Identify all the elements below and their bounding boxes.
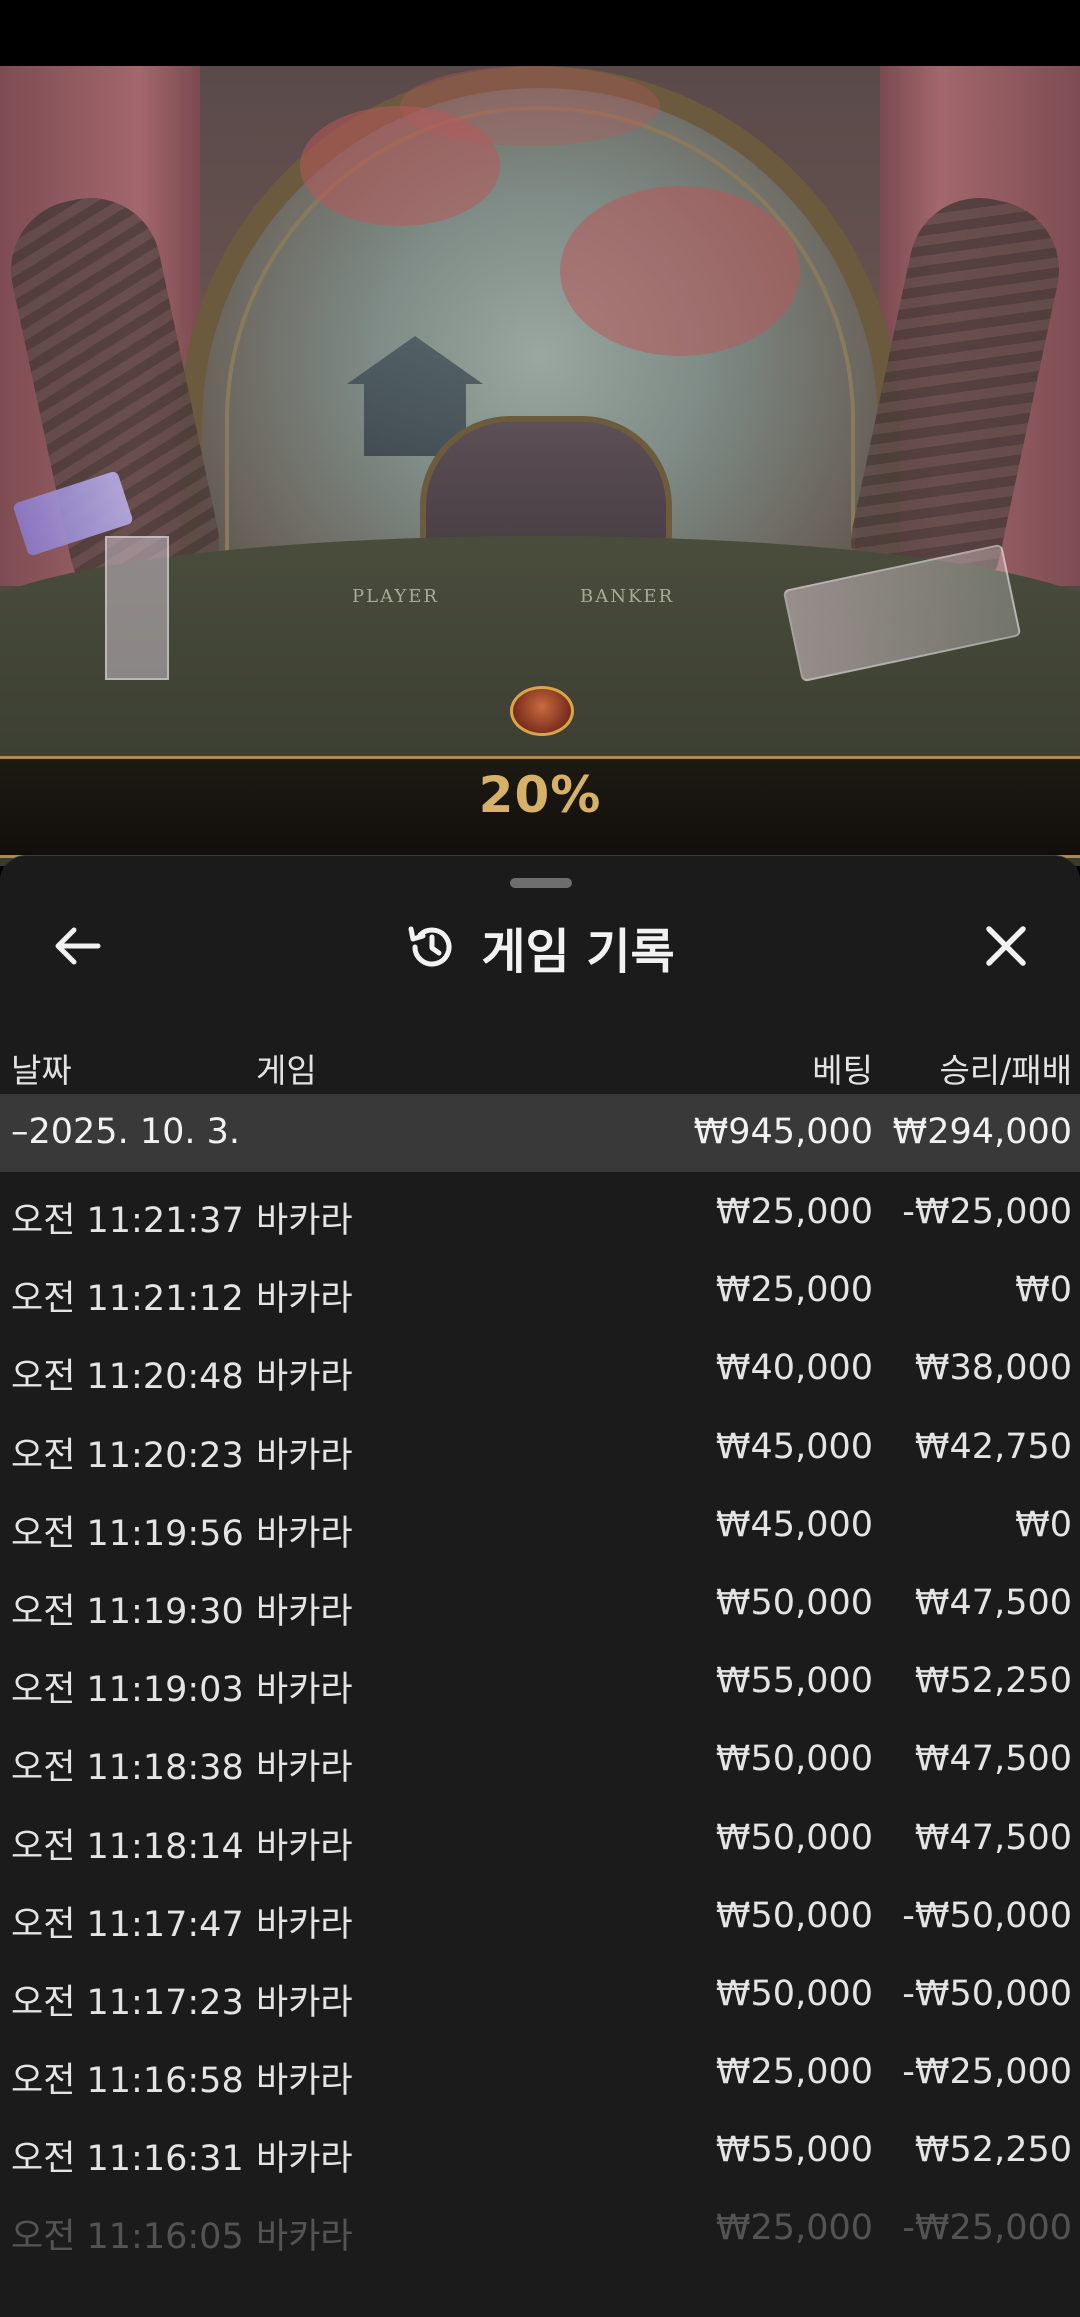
row-time: 오전 11:17:23: [11, 1982, 244, 2023]
history-row[interactable]: 오전 11:16:05 바카라 ₩25,000 -₩25,000: [0, 2192, 1080, 2270]
row-time: 오전 11:19:30: [11, 1591, 244, 1632]
history-list: 오전 11:21:37 바카라 ₩25,000 -₩25,000 오전 11:21:1…: [0, 1176, 1080, 2271]
close-button[interactable]: [976, 916, 1036, 976]
row-result: ₩52,250: [914, 1661, 1072, 1702]
row-bet: ₩25,000: [715, 2208, 873, 2249]
row-result: ₩52,250: [914, 2130, 1072, 2171]
row-time: 오전 11:20:48: [11, 1357, 244, 1398]
row-game: 바카라: [256, 2139, 353, 2180]
group-bet-total: ₩945,000: [693, 1112, 873, 1152]
row-bet: ₩25,000: [715, 1270, 873, 1311]
column-result: 승리/패배: [939, 1051, 1072, 1090]
history-row[interactable]: 오전 11:16:31 바카라 ₩55,000 ₩52,250: [0, 2114, 1080, 2192]
row-result: ₩0: [1015, 1504, 1072, 1545]
history-row[interactable]: 오전 11:18:38 바카라 ₩50,000 ₩47,500: [0, 1723, 1080, 1801]
date-group-header[interactable]: –2025. 10. 3. ₩945,000 ₩294,000: [0, 1094, 1080, 1172]
row-bet: ₩45,000: [715, 1426, 873, 1467]
group-result-total: ₩294,000: [892, 1112, 1072, 1152]
row-time: 오전 11:17:47: [11, 1904, 244, 1945]
blossom-decoration: [560, 186, 800, 356]
chip-marker: [510, 686, 574, 736]
row-game: 바카라: [256, 1748, 353, 1789]
blossom-decoration: [400, 66, 660, 146]
live-video-view: PLAYER BANKER 20%: [0, 66, 1080, 866]
progress-text: 20%: [478, 766, 602, 824]
row-bet: ₩55,000: [715, 2130, 873, 2171]
row-result: ₩38,000: [914, 1348, 1072, 1389]
row-result: -₩50,000: [902, 1895, 1072, 1936]
row-time: 오전 11:16:31: [11, 2139, 244, 2180]
row-game: 바카라: [256, 1670, 353, 1711]
row-time: 오전 11:18:38: [11, 1748, 244, 1789]
row-result: -₩25,000: [902, 2052, 1072, 2093]
row-bet: ₩40,000: [715, 1348, 873, 1389]
group-date: –2025. 10. 3.: [11, 1112, 241, 1152]
history-row[interactable]: 오전 11:18:14 바카라 ₩50,000 ₩47,500: [0, 1802, 1080, 1880]
row-time: 오전 11:19:56: [11, 1513, 244, 1554]
row-game: 바카라: [256, 2217, 353, 2258]
row-bet: ₩45,000: [715, 1504, 873, 1545]
drag-handle[interactable]: [510, 878, 572, 888]
sheet-header: 게임 기록: [0, 912, 1080, 982]
history-row[interactable]: 오전 11:21:12 바카라 ₩25,000 ₩0: [0, 1254, 1080, 1332]
row-time: 오전 11:16:05: [11, 2217, 244, 2258]
column-bet: 베팅: [812, 1051, 873, 1090]
history-row[interactable]: 오전 11:17:23 바카라 ₩50,000 -₩50,000: [0, 1958, 1080, 2036]
row-time: 오전 11:16:58: [11, 2061, 244, 2102]
row-bet: ₩55,000: [715, 1661, 873, 1702]
row-result: ₩0: [1015, 1270, 1072, 1311]
row-game: 바카라: [256, 1591, 353, 1632]
row-result: -₩25,000: [902, 1192, 1072, 1232]
row-result: -₩25,000: [902, 2208, 1072, 2249]
row-game: 바카라: [256, 1279, 353, 1320]
table-header: 날짜 게임 베팅 승리/패배: [0, 1026, 1080, 1096]
discard-tray: [105, 536, 169, 680]
row-game: 바카라: [256, 1357, 353, 1398]
sheet-title: 게임 기록: [481, 924, 675, 980]
row-time: 오전 11:19:03: [11, 1670, 244, 1711]
row-result: ₩47,500: [914, 1739, 1072, 1780]
row-bet: ₩50,000: [715, 1817, 873, 1858]
row-game: 바카라: [256, 2061, 353, 2102]
row-time: 오전 11:21:37: [11, 1201, 244, 1241]
row-time: 오전 11:20:23: [11, 1435, 244, 1476]
history-row[interactable]: 오전 11:16:58 바카라 ₩25,000 -₩25,000: [0, 2036, 1080, 2114]
row-bet: ₩25,000: [715, 1192, 873, 1232]
row-game: 바카라: [256, 1513, 353, 1554]
row-game: 바카라: [256, 1826, 353, 1867]
row-bet: ₩50,000: [715, 1582, 873, 1623]
history-row[interactable]: 오전 11:19:30 바카라 ₩50,000 ₩47,500: [0, 1567, 1080, 1645]
row-game: 바카라: [256, 1435, 353, 1476]
row-game: 바카라: [256, 1904, 353, 1945]
row-bet: ₩25,000: [715, 2052, 873, 2093]
history-row[interactable]: 오전 11:19:03 바카라 ₩55,000 ₩52,250: [0, 1645, 1080, 1723]
close-icon: [986, 926, 1026, 966]
history-row[interactable]: 오전 11:20:23 바카라 ₩45,000 ₩42,750: [0, 1411, 1080, 1489]
history-row[interactable]: 오전 11:17:47 바카라 ₩50,000 -₩50,000: [0, 1880, 1080, 1958]
row-bet: ₩50,000: [715, 1739, 873, 1780]
history-row[interactable]: 오전 11:19:56 바카라 ₩45,000 ₩0: [0, 1489, 1080, 1567]
player-label: PLAYER: [352, 586, 439, 607]
row-bet: ₩50,000: [715, 1895, 873, 1936]
row-result: -₩50,000: [902, 1973, 1072, 2014]
history-row[interactable]: 오전 11:20:48 바카라 ₩40,000 ₩38,000: [0, 1332, 1080, 1410]
row-game: 바카라: [256, 1982, 353, 2023]
row-bet: ₩50,000: [715, 1973, 873, 2014]
row-result: ₩42,750: [914, 1426, 1072, 1467]
status-bar: [0, 0, 1080, 66]
row-time: 오전 11:21:12: [11, 1279, 244, 1320]
history-row[interactable]: 오전 11:21:37 바카라 ₩25,000 -₩25,000: [0, 1176, 1080, 1254]
row-game: 바카라: [256, 1201, 353, 1241]
row-time: 오전 11:18:14: [11, 1826, 244, 1867]
game-history-sheet: 게임 기록 날짜 게임 베팅 승리/패배 –2025. 10. 3. ₩945,…: [0, 855, 1080, 2317]
column-date: 날짜: [11, 1051, 72, 1090]
row-result: ₩47,500: [914, 1817, 1072, 1858]
history-icon: [405, 919, 461, 975]
column-game: 게임: [256, 1051, 317, 1090]
row-result: ₩47,500: [914, 1582, 1072, 1623]
banker-label: BANKER: [580, 586, 675, 607]
